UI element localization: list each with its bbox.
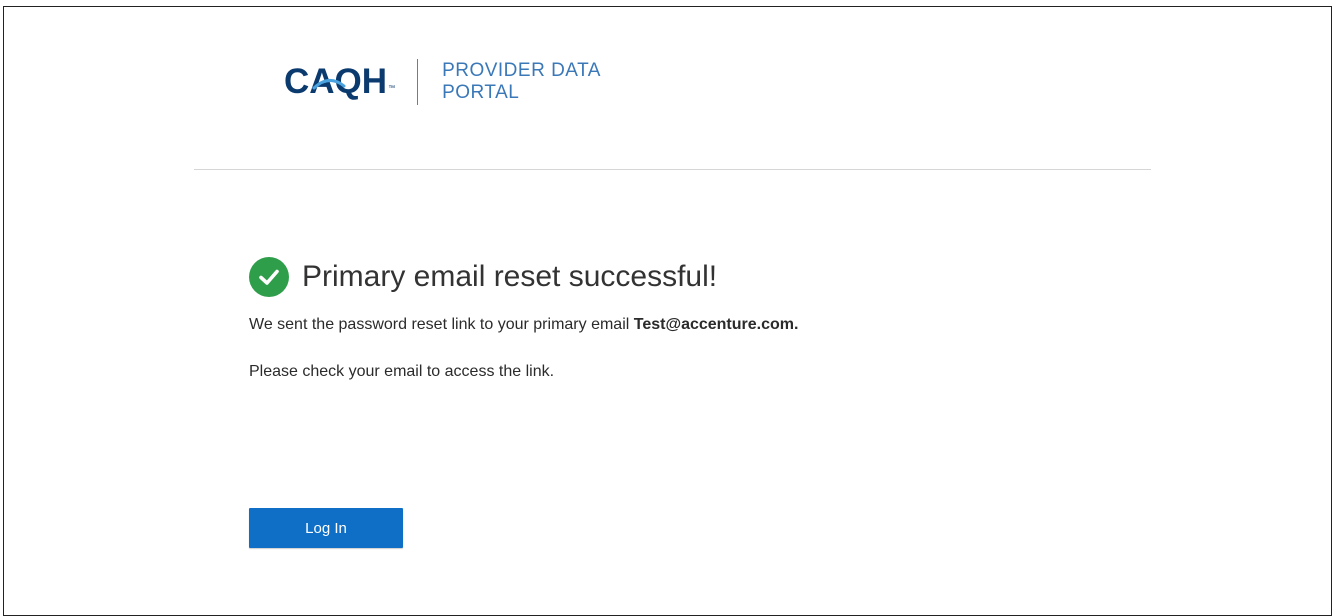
logo-arc-icon — [312, 79, 346, 90]
instruction-message: Please check your email to access the li… — [249, 363, 555, 380]
header-divider — [417, 59, 419, 105]
portal-title-line1: PROVIDER DATA — [442, 60, 601, 81]
header-separator — [194, 169, 1151, 170]
sent-message-prefix: We sent the password reset link to your … — [249, 316, 634, 333]
status-heading: Primary email reset successful! — [249, 255, 1149, 299]
recipient-email: Test@accenture.com. — [633, 316, 799, 333]
check-circle-icon — [249, 257, 289, 297]
checkmark-icon — [259, 269, 279, 285]
portal-title: PROVIDER DATA PORTAL — [442, 60, 601, 104]
caqh-logo: CAQH ™ — [284, 62, 395, 102]
main-content: Primary email reset successful! We sent … — [249, 255, 1149, 381]
login-button[interactable]: Log In — [249, 508, 403, 548]
logo-trademark: ™ — [388, 85, 396, 92]
page-frame: CAQH ™ PROVIDER DATA PORTAL Primary emai… — [3, 6, 1332, 616]
portal-title-line2: PORTAL — [442, 82, 520, 103]
header: CAQH ™ PROVIDER DATA PORTAL — [284, 55, 601, 109]
sent-message: We sent the password reset link to your … — [249, 316, 1149, 334]
page-title: Primary email reset successful! — [302, 260, 718, 293]
